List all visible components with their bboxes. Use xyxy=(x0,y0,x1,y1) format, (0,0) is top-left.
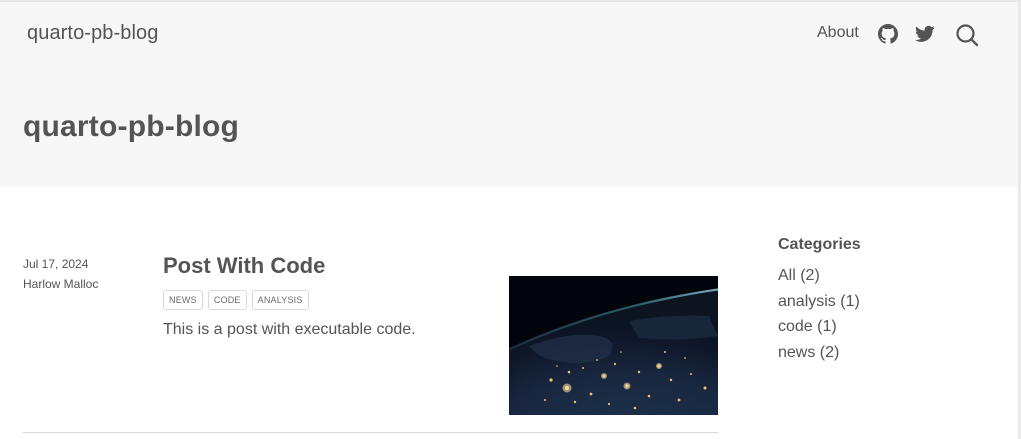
category-item-all[interactable]: All (2) xyxy=(778,265,860,291)
page-header: quarto-pb-blog About quarto-pb-blog xyxy=(0,2,1018,187)
category-tag[interactable]: NEWS xyxy=(163,290,203,310)
post-author: Harlow Malloc xyxy=(23,277,99,291)
post-date: Jul 17, 2024 xyxy=(23,257,89,271)
category-item-code[interactable]: code (1) xyxy=(778,316,860,342)
categories-heading: Categories xyxy=(778,236,861,253)
category-tag[interactable]: ANALYSIS xyxy=(251,290,309,310)
post-categories: NEWS CODE ANALYSIS xyxy=(163,290,309,310)
post-thumbnail[interactable] xyxy=(509,276,718,415)
listing-divider xyxy=(23,432,718,433)
github-icon[interactable] xyxy=(877,23,899,45)
category-tag[interactable]: CODE xyxy=(207,290,247,310)
post-title-link[interactable]: Post With Code xyxy=(163,253,325,279)
navbar: About xyxy=(0,20,1018,50)
category-item-analysis[interactable]: analysis (1) xyxy=(778,291,860,317)
page-title: quarto-pb-blog xyxy=(23,110,240,143)
categories-list: All (2) analysis (1) code (1) news (2) xyxy=(778,265,860,367)
search-icon[interactable] xyxy=(954,22,980,48)
nav-about-link[interactable]: About xyxy=(817,24,859,42)
twitter-icon[interactable] xyxy=(914,23,936,45)
post-description: This is a post with executable code. xyxy=(163,321,416,338)
category-item-news[interactable]: news (2) xyxy=(778,342,860,368)
